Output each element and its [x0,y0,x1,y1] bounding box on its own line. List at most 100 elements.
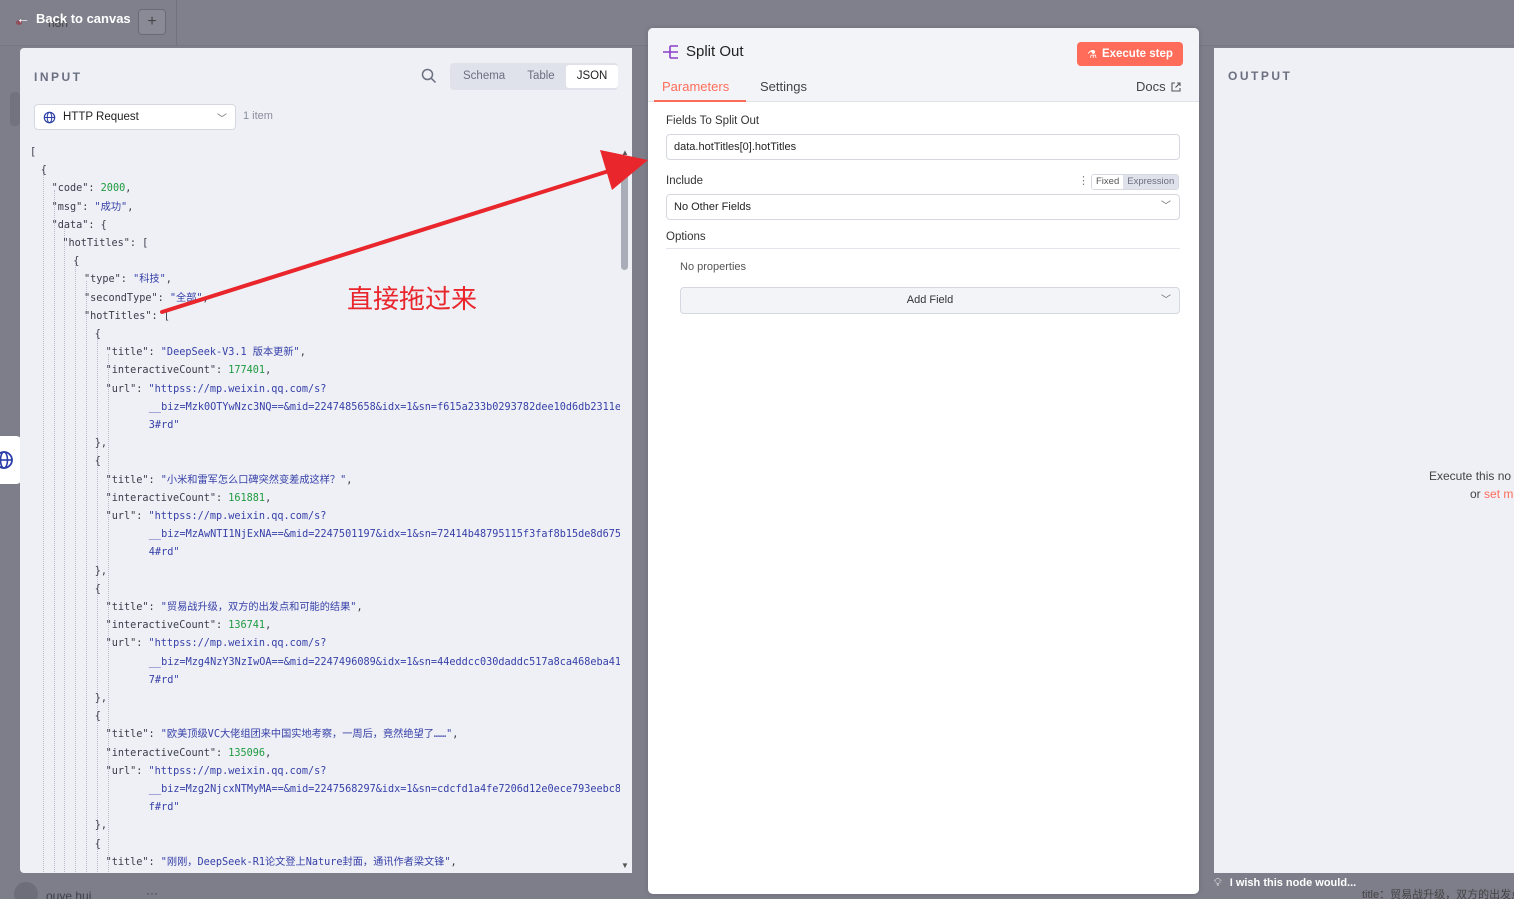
json-string: "httpss://mp.weixin.qq.com/s? [148,511,327,522]
json-key: }, [94,693,108,704]
json-line: __biz=Mzg4NzY3NzIwOA==&mid=2247496089&id… [149,654,620,672]
item-count: 1 item [243,110,273,122]
json-key: [ [163,310,170,322]
json-line: [ [30,144,36,162]
json-line: "code": 2000, [52,180,132,198]
json-key: [ [30,147,37,158]
json-key: , [299,347,306,359]
json-key: "hotTitles": [84,310,164,322]
docs-link[interactable]: Docs [1136,79,1181,94]
indent-guide [75,263,77,873]
more-options-icon[interactable]: ⋮ [1078,174,1089,187]
json-key: , [165,274,172,286]
no-properties-text: No properties [680,261,747,273]
node-title[interactable]: Split Out [686,43,744,60]
json-line: { [95,326,101,344]
divider [666,248,1180,249]
json-key: , [356,602,363,613]
json-line: "secondType": "全部", [84,290,209,308]
add-field-button[interactable]: Add Field ﹀ [680,287,1180,314]
json-key: , [346,474,353,486]
arrow-left-icon: ← [16,10,30,26]
view-table-button[interactable]: Table [516,65,566,88]
json-line: "url": "httpss://mp.weixin.qq.com/s? [106,381,327,399]
chevron-down-icon: ﹀ [1161,295,1171,306]
view-json-button[interactable]: JSON [565,65,619,88]
globe-icon [43,111,56,123]
json-line: "data": { [52,217,107,235]
json-string: __biz=Mzg2NjcxNTMyMA==&mid=2247568297&id… [148,784,620,795]
chevron-down-icon: ﹀ [1161,201,1171,212]
back-to-canvas-link[interactable]: ← Back to canvas [16,10,131,26]
view-schema-button[interactable]: Schema [452,65,516,88]
json-number: 136741 [228,620,266,632]
json-number: 177401 [228,365,266,377]
json-key: "title": [105,474,161,486]
lightbulb-icon: 💡︎ [1214,876,1222,889]
json-key: "interactiveCount": [105,747,229,759]
scroll-down-icon[interactable]: ▼ [620,861,630,870]
json-string: 4#rd" [148,547,180,559]
search-icon[interactable] [420,67,438,85]
json-line: { [95,453,101,471]
feedback-link[interactable]: 💡︎ I wish this node would... [1214,873,1356,893]
json-key: "url": [105,383,149,395]
json-string: "全部" [169,292,203,304]
json-key: }, [94,820,108,832]
json-number: 2000 [100,183,126,195]
view-mode-switch: Schema Table JSON [450,63,619,90]
add-tab-button[interactable]: + [138,9,166,35]
user-avatar [14,882,38,899]
json-line: "hotTitles": [ [84,308,170,326]
json-key: "code": [51,183,101,195]
json-string: "小米和雷军怎么口碑突然变差成这样？" [160,474,347,486]
json-key: [ [142,238,149,249]
indent-guide [42,172,44,873]
split-out-icon [663,45,678,59]
fixed-expression-toggle[interactable]: Fixed Expression [1091,174,1180,190]
json-line: 7#rd" [149,672,180,690]
user-menu-icon[interactable]: ··· [146,886,158,899]
json-line: __biz=Mzk0OTYwNzc3NQ==&mid=2247485658&id… [149,399,620,417]
json-line: "title": "小米和雷军怎么口碑突然变差成这样？", [106,472,353,490]
json-line: "msg": "成功", [52,199,134,217]
set-mock-data-link[interactable]: set m [1484,487,1513,501]
http-node-tab[interactable] [0,436,22,484]
include-select-value: No Other Fields [674,201,752,213]
json-key: "secondType": [84,292,170,304]
scrollbar-thumb[interactable] [621,158,628,270]
input-node-select[interactable]: HTTP Request ﹀ [34,104,236,130]
json-string: 3#rd" [148,420,180,431]
user-name: ouye hui [46,889,92,899]
indent-guide [64,226,66,873]
scroll-up-icon[interactable]: ▲ [620,148,630,157]
fields-to-split-input[interactable]: data.hotTitles[0].hotTitles [666,134,1180,160]
tab-parameters[interactable]: Parameters [662,79,729,94]
json-viewer: [{"code": 2000, "msg": "成功", "data": {"hot… [30,144,620,873]
input-scrollbar[interactable]: ▲ ▼ [620,148,630,873]
json-line: { [95,836,101,854]
json-key: "msg": [51,201,95,213]
input-node-select-value: HTTP Request [63,111,139,123]
json-key: { [100,219,107,231]
indent-guide [86,281,87,873]
json-key: "title": [105,602,161,613]
expression-option[interactable]: Expression [1123,175,1179,189]
json-string: __biz=Mzk0OTYwNzc3NQ==&mid=2247485658&id… [148,401,620,413]
input-title: INPUT [34,70,83,84]
execute-step-button[interactable]: ⚗ Execute step [1077,42,1183,66]
json-key: "url": [105,638,149,650]
fixed-option[interactable]: Fixed [1092,175,1124,189]
tab-settings[interactable]: Settings [760,79,807,94]
json-key: "url": [105,511,149,522]
include-select[interactable]: No Other Fields ﹀ [666,194,1180,220]
output-panel: OUTPUT Execute this no or set m [1214,48,1514,873]
json-string: "DeepSeek-V3.1 版本更新" [160,347,300,359]
json-string: "httpss://mp.weixin.qq.com/s? [148,383,327,395]
json-key: , [450,856,457,868]
json-string: "刚刚，DeepSeek-R1论文登上Nature封面，通讯作者梁文锋" [160,856,451,868]
json-line: "interactiveCount": 161881, [106,490,272,508]
json-key: { [94,329,101,340]
feedback-label: I wish this node would... [1229,877,1357,889]
json-key: "interactiveCount": [105,365,229,377]
